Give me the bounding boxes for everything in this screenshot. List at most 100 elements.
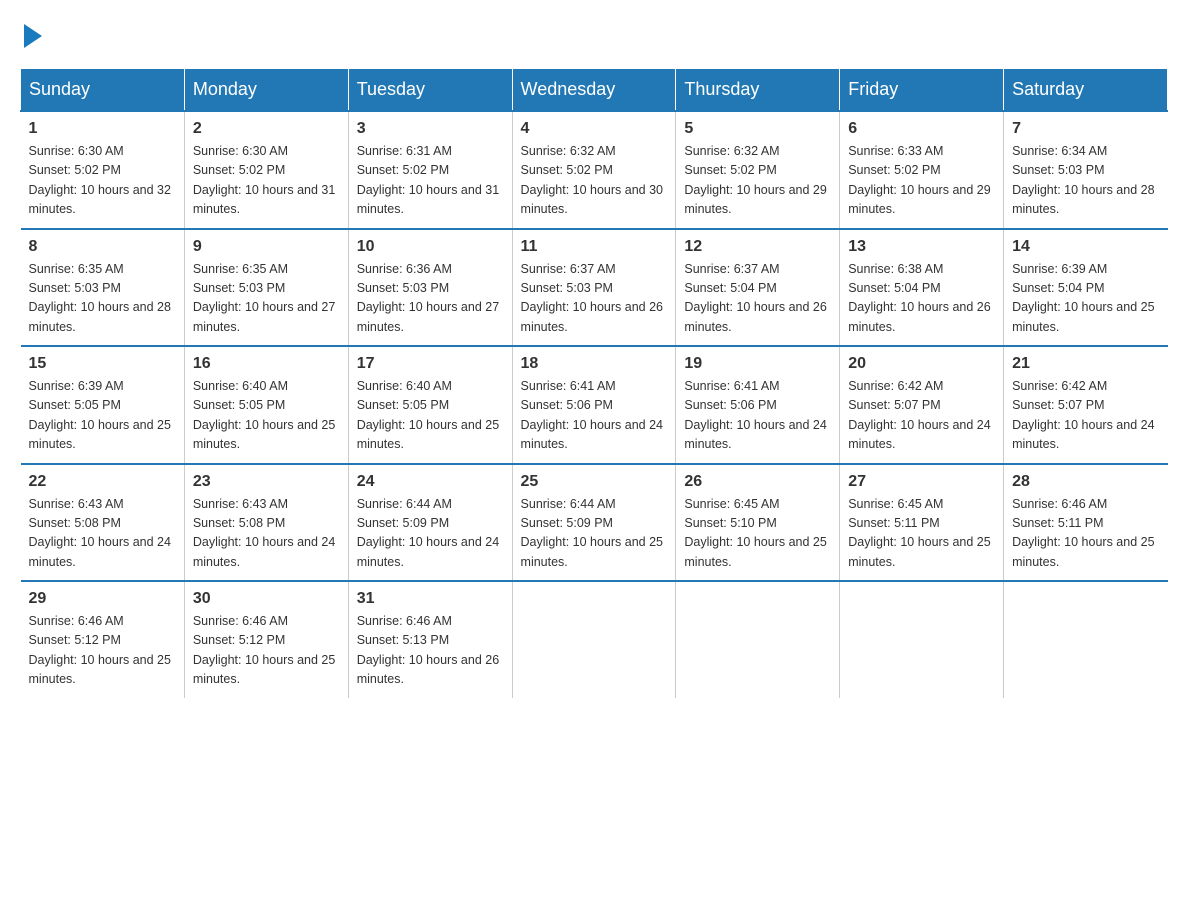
day-number: 11 xyxy=(521,238,668,256)
calendar-cell: 31 Sunrise: 6:46 AM Sunset: 5:13 PM Dayl… xyxy=(348,581,512,698)
header-saturday: Saturday xyxy=(1004,69,1168,112)
day-info: Sunrise: 6:37 AM Sunset: 5:04 PM Dayligh… xyxy=(684,260,831,338)
day-number: 30 xyxy=(193,590,340,608)
calendar-cell: 11 Sunrise: 6:37 AM Sunset: 5:03 PM Dayl… xyxy=(512,229,676,347)
day-info: Sunrise: 6:36 AM Sunset: 5:03 PM Dayligh… xyxy=(357,260,504,338)
week-row-1: 1 Sunrise: 6:30 AM Sunset: 5:02 PM Dayli… xyxy=(21,111,1168,229)
day-info: Sunrise: 6:42 AM Sunset: 5:07 PM Dayligh… xyxy=(1012,377,1159,455)
day-number: 26 xyxy=(684,473,831,491)
calendar-cell: 14 Sunrise: 6:39 AM Sunset: 5:04 PM Dayl… xyxy=(1004,229,1168,347)
calendar-cell: 7 Sunrise: 6:34 AM Sunset: 5:03 PM Dayli… xyxy=(1004,111,1168,229)
day-info: Sunrise: 6:43 AM Sunset: 5:08 PM Dayligh… xyxy=(29,495,176,573)
day-number: 4 xyxy=(521,120,668,138)
day-info: Sunrise: 6:31 AM Sunset: 5:02 PM Dayligh… xyxy=(357,142,504,220)
calendar-cell: 22 Sunrise: 6:43 AM Sunset: 5:08 PM Dayl… xyxy=(21,464,185,582)
header-tuesday: Tuesday xyxy=(348,69,512,112)
calendar-cell: 25 Sunrise: 6:44 AM Sunset: 5:09 PM Dayl… xyxy=(512,464,676,582)
day-number: 7 xyxy=(1012,120,1159,138)
day-info: Sunrise: 6:40 AM Sunset: 5:05 PM Dayligh… xyxy=(193,377,340,455)
calendar-cell: 12 Sunrise: 6:37 AM Sunset: 5:04 PM Dayl… xyxy=(676,229,840,347)
day-number: 21 xyxy=(1012,355,1159,373)
day-info: Sunrise: 6:38 AM Sunset: 5:04 PM Dayligh… xyxy=(848,260,995,338)
day-info: Sunrise: 6:41 AM Sunset: 5:06 PM Dayligh… xyxy=(521,377,668,455)
calendar-cell: 27 Sunrise: 6:45 AM Sunset: 5:11 PM Dayl… xyxy=(840,464,1004,582)
day-number: 14 xyxy=(1012,238,1159,256)
day-info: Sunrise: 6:30 AM Sunset: 5:02 PM Dayligh… xyxy=(29,142,176,220)
day-info: Sunrise: 6:40 AM Sunset: 5:05 PM Dayligh… xyxy=(357,377,504,455)
calendar-cell: 18 Sunrise: 6:41 AM Sunset: 5:06 PM Dayl… xyxy=(512,346,676,464)
calendar-cell xyxy=(512,581,676,698)
day-number: 16 xyxy=(193,355,340,373)
day-info: Sunrise: 6:45 AM Sunset: 5:11 PM Dayligh… xyxy=(848,495,995,573)
day-number: 29 xyxy=(29,590,176,608)
calendar-cell: 17 Sunrise: 6:40 AM Sunset: 5:05 PM Dayl… xyxy=(348,346,512,464)
calendar-cell: 2 Sunrise: 6:30 AM Sunset: 5:02 PM Dayli… xyxy=(184,111,348,229)
day-number: 18 xyxy=(521,355,668,373)
day-number: 25 xyxy=(521,473,668,491)
day-number: 2 xyxy=(193,120,340,138)
calendar-cell xyxy=(1004,581,1168,698)
day-info: Sunrise: 6:41 AM Sunset: 5:06 PM Dayligh… xyxy=(684,377,831,455)
day-number: 12 xyxy=(684,238,831,256)
calendar-cell: 20 Sunrise: 6:42 AM Sunset: 5:07 PM Dayl… xyxy=(840,346,1004,464)
calendar-header-row: SundayMondayTuesdayWednesdayThursdayFrid… xyxy=(21,69,1168,112)
day-info: Sunrise: 6:45 AM Sunset: 5:10 PM Dayligh… xyxy=(684,495,831,573)
day-number: 23 xyxy=(193,473,340,491)
calendar-cell: 28 Sunrise: 6:46 AM Sunset: 5:11 PM Dayl… xyxy=(1004,464,1168,582)
header-thursday: Thursday xyxy=(676,69,840,112)
day-info: Sunrise: 6:37 AM Sunset: 5:03 PM Dayligh… xyxy=(521,260,668,338)
calendar-cell: 15 Sunrise: 6:39 AM Sunset: 5:05 PM Dayl… xyxy=(21,346,185,464)
header-monday: Monday xyxy=(184,69,348,112)
day-number: 17 xyxy=(357,355,504,373)
day-info: Sunrise: 6:33 AM Sunset: 5:02 PM Dayligh… xyxy=(848,142,995,220)
day-number: 24 xyxy=(357,473,504,491)
logo xyxy=(20,20,42,48)
calendar-cell: 21 Sunrise: 6:42 AM Sunset: 5:07 PM Dayl… xyxy=(1004,346,1168,464)
calendar-cell xyxy=(676,581,840,698)
day-info: Sunrise: 6:46 AM Sunset: 5:13 PM Dayligh… xyxy=(357,612,504,690)
page-header xyxy=(20,20,1168,48)
calendar-cell: 13 Sunrise: 6:38 AM Sunset: 5:04 PM Dayl… xyxy=(840,229,1004,347)
calendar-cell: 24 Sunrise: 6:44 AM Sunset: 5:09 PM Dayl… xyxy=(348,464,512,582)
day-number: 13 xyxy=(848,238,995,256)
day-info: Sunrise: 6:30 AM Sunset: 5:02 PM Dayligh… xyxy=(193,142,340,220)
day-info: Sunrise: 6:43 AM Sunset: 5:08 PM Dayligh… xyxy=(193,495,340,573)
calendar-cell: 3 Sunrise: 6:31 AM Sunset: 5:02 PM Dayli… xyxy=(348,111,512,229)
day-info: Sunrise: 6:32 AM Sunset: 5:02 PM Dayligh… xyxy=(521,142,668,220)
day-number: 28 xyxy=(1012,473,1159,491)
calendar-cell: 26 Sunrise: 6:45 AM Sunset: 5:10 PM Dayl… xyxy=(676,464,840,582)
day-number: 31 xyxy=(357,590,504,608)
calendar-cell: 19 Sunrise: 6:41 AM Sunset: 5:06 PM Dayl… xyxy=(676,346,840,464)
header-friday: Friday xyxy=(840,69,1004,112)
day-number: 5 xyxy=(684,120,831,138)
calendar-cell: 30 Sunrise: 6:46 AM Sunset: 5:12 PM Dayl… xyxy=(184,581,348,698)
week-row-4: 22 Sunrise: 6:43 AM Sunset: 5:08 PM Dayl… xyxy=(21,464,1168,582)
calendar-cell: 9 Sunrise: 6:35 AM Sunset: 5:03 PM Dayli… xyxy=(184,229,348,347)
day-number: 22 xyxy=(29,473,176,491)
logo-arrow-icon xyxy=(24,24,42,48)
calendar-cell: 10 Sunrise: 6:36 AM Sunset: 5:03 PM Dayl… xyxy=(348,229,512,347)
calendar-cell: 8 Sunrise: 6:35 AM Sunset: 5:03 PM Dayli… xyxy=(21,229,185,347)
day-info: Sunrise: 6:39 AM Sunset: 5:05 PM Dayligh… xyxy=(29,377,176,455)
day-number: 1 xyxy=(29,120,176,138)
calendar-cell xyxy=(840,581,1004,698)
day-number: 9 xyxy=(193,238,340,256)
day-info: Sunrise: 6:42 AM Sunset: 5:07 PM Dayligh… xyxy=(848,377,995,455)
calendar-cell: 6 Sunrise: 6:33 AM Sunset: 5:02 PM Dayli… xyxy=(840,111,1004,229)
calendar-cell: 29 Sunrise: 6:46 AM Sunset: 5:12 PM Dayl… xyxy=(21,581,185,698)
calendar-cell: 16 Sunrise: 6:40 AM Sunset: 5:05 PM Dayl… xyxy=(184,346,348,464)
week-row-5: 29 Sunrise: 6:46 AM Sunset: 5:12 PM Dayl… xyxy=(21,581,1168,698)
day-number: 6 xyxy=(848,120,995,138)
day-info: Sunrise: 6:46 AM Sunset: 5:11 PM Dayligh… xyxy=(1012,495,1159,573)
day-info: Sunrise: 6:35 AM Sunset: 5:03 PM Dayligh… xyxy=(193,260,340,338)
day-info: Sunrise: 6:44 AM Sunset: 5:09 PM Dayligh… xyxy=(357,495,504,573)
day-number: 15 xyxy=(29,355,176,373)
calendar-cell: 4 Sunrise: 6:32 AM Sunset: 5:02 PM Dayli… xyxy=(512,111,676,229)
day-info: Sunrise: 6:39 AM Sunset: 5:04 PM Dayligh… xyxy=(1012,260,1159,338)
day-info: Sunrise: 6:32 AM Sunset: 5:02 PM Dayligh… xyxy=(684,142,831,220)
day-info: Sunrise: 6:46 AM Sunset: 5:12 PM Dayligh… xyxy=(29,612,176,690)
header-wednesday: Wednesday xyxy=(512,69,676,112)
calendar-cell: 5 Sunrise: 6:32 AM Sunset: 5:02 PM Dayli… xyxy=(676,111,840,229)
header-sunday: Sunday xyxy=(21,69,185,112)
day-info: Sunrise: 6:46 AM Sunset: 5:12 PM Dayligh… xyxy=(193,612,340,690)
